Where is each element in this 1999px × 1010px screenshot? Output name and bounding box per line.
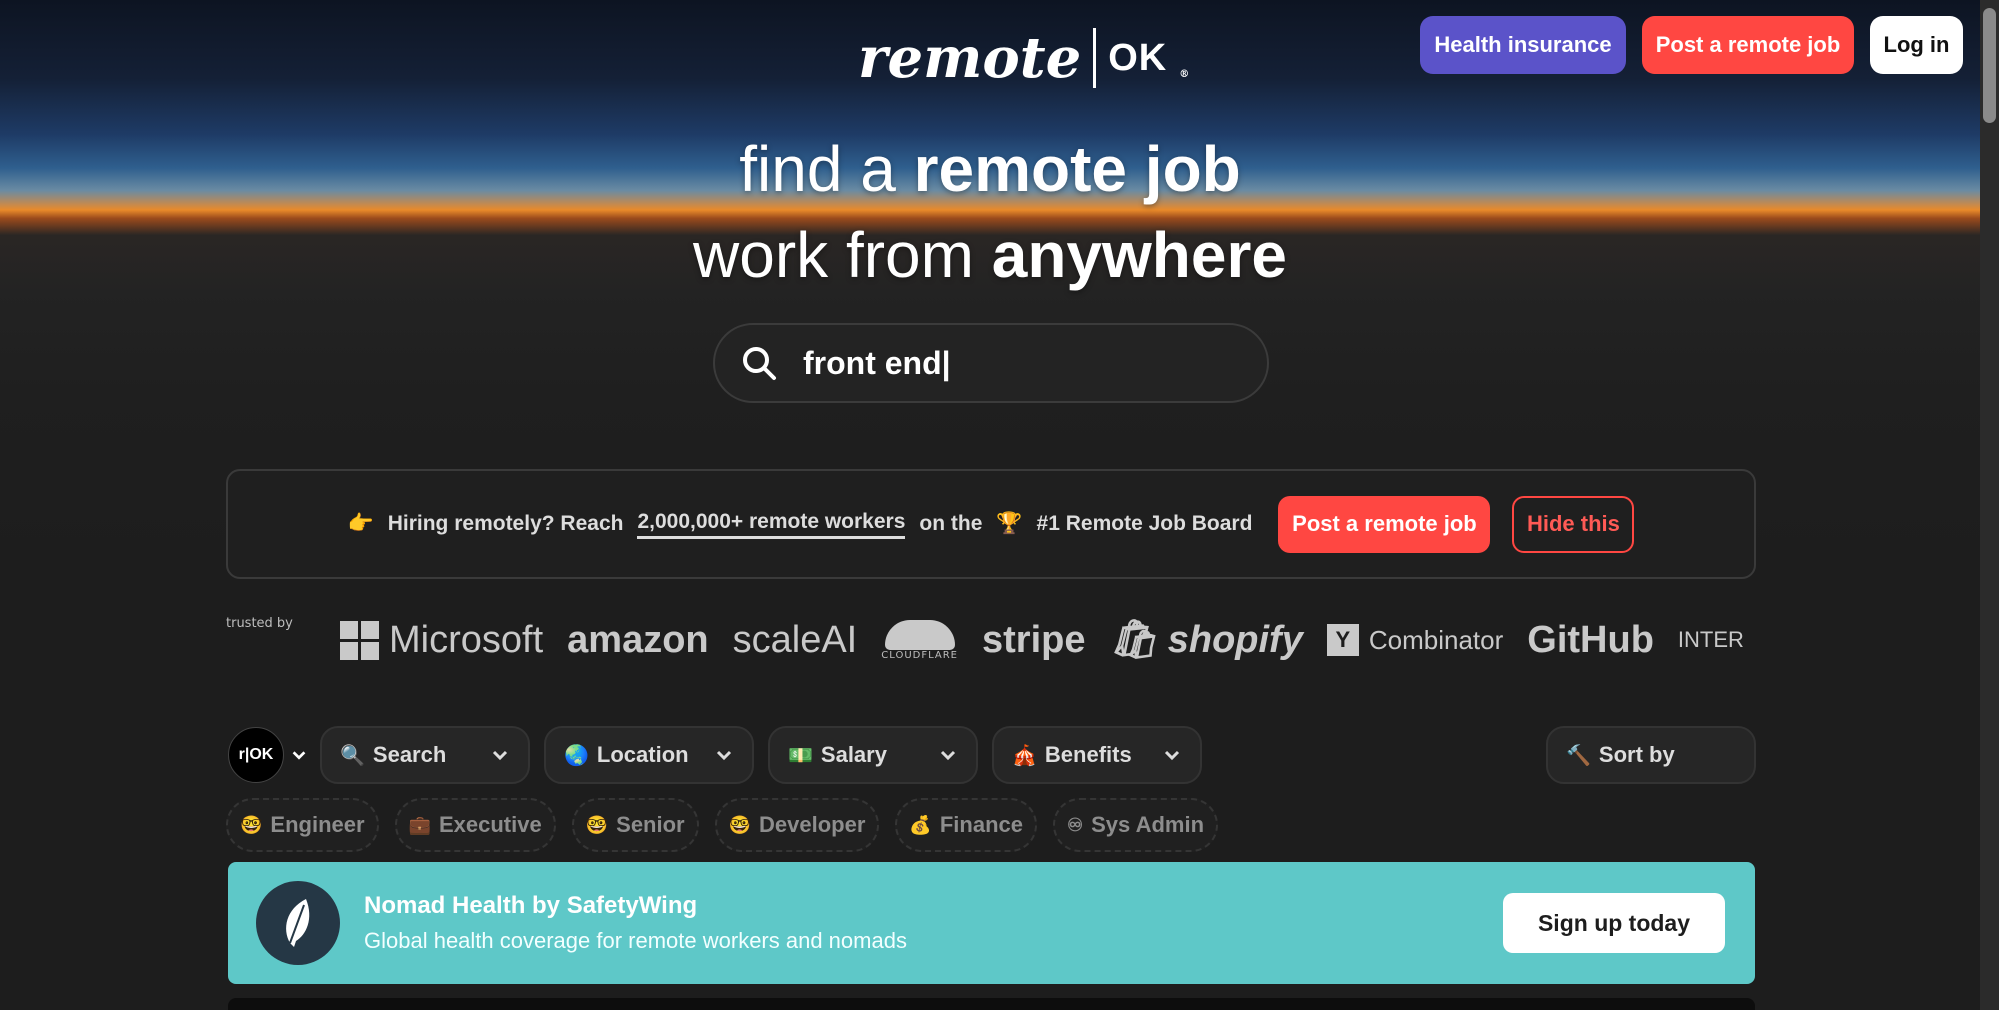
trophy-emoji: 🏆 xyxy=(996,512,1023,535)
health-insurance-button[interactable]: Health insurance xyxy=(1420,16,1626,74)
tag-sys-admin[interactable]: ♾ Sys Admin xyxy=(1052,798,1219,852)
brand-amazon: amazon xyxy=(567,618,709,661)
remoteok-avatar[interactable]: r|OK xyxy=(228,727,284,783)
login-button[interactable]: Log in xyxy=(1870,16,1963,74)
search-icon xyxy=(743,347,776,380)
logo-divider xyxy=(1093,28,1097,88)
filter-search[interactable]: 🔍 Search xyxy=(320,726,530,784)
filter-salary[interactable]: 💵 Salary xyxy=(768,726,978,784)
search-bar[interactable] xyxy=(713,323,1269,403)
cloudflare-cloud-icon xyxy=(884,619,955,650)
headline-2-light: work from xyxy=(693,219,992,291)
nerd-face-icon: 🤓 xyxy=(728,814,752,835)
filter-bar: r|OK 🔍 Search 🌏 Location 💵 Salary 🎪 Bene… xyxy=(226,726,1756,784)
feather-logo-icon xyxy=(256,881,340,965)
tag-developer[interactable]: 🤓 Developer xyxy=(714,798,880,852)
filter-salary-label: Salary xyxy=(820,742,887,767)
remote-workers-link[interactable]: 2,000,000+ remote workers xyxy=(637,510,906,539)
point-emoji: 👉 xyxy=(347,512,374,535)
chevron-down-icon[interactable] xyxy=(290,746,308,764)
hammer-icon: 🔨 xyxy=(1566,744,1591,767)
logo-registered-mark: ® xyxy=(1179,69,1190,80)
logo-ok: OK xyxy=(1108,36,1168,79)
job-list-top xyxy=(228,998,1755,1010)
brand-cloudflare: CLOUDFLARE xyxy=(881,619,958,661)
brand-stripe: stripe xyxy=(982,618,1086,661)
tag-finance[interactable]: 💰 Finance xyxy=(895,798,1037,852)
money-icon: 💵 xyxy=(788,744,813,767)
hiring-text-b: on the xyxy=(919,512,983,535)
headline-line-2: work from anywhere xyxy=(0,218,1980,292)
tag-label: Developer xyxy=(759,812,866,837)
brand-microsoft-text: Microsoft xyxy=(389,618,544,661)
scrollbar[interactable] xyxy=(1980,0,1999,1010)
nomad-text: Nomad Health by SafetyWing Global health… xyxy=(364,892,1503,954)
chevron-down-icon xyxy=(940,750,956,761)
headline-1-light: find a xyxy=(739,133,914,205)
chevron-down-icon xyxy=(716,750,732,761)
trusted-by-logos: trusted by Microsoft amazon scaleAI CLOU… xyxy=(226,610,1756,670)
search-input[interactable] xyxy=(803,344,1223,382)
tag-label: Engineer xyxy=(270,812,365,837)
chevron-down-icon xyxy=(492,750,508,761)
filter-benefits-label: Benefits xyxy=(1044,742,1132,767)
sort-by-label: Sort by xyxy=(1598,742,1675,767)
brand-ycombinator: Y Combinator xyxy=(1326,624,1504,656)
magnifier-icon: 🔍 xyxy=(340,744,365,767)
brand-yc-text: Combinator xyxy=(1368,624,1504,655)
hiring-banner: 👉 Hiring remotely? Reach 2,000,000+ remo… xyxy=(226,469,1756,579)
yc-logo-icon: Y xyxy=(1326,624,1359,656)
tag-label: Finance xyxy=(939,812,1023,837)
brand-cloudflare-text: CLOUDFLARE xyxy=(881,649,958,661)
trusted-label: trusted by xyxy=(226,616,293,631)
banner-post-job-button[interactable]: Post a remote job xyxy=(1278,495,1491,553)
logo-wordmark: remote xyxy=(858,25,1082,91)
feather-icon xyxy=(286,899,310,947)
infinity-icon: ♾ xyxy=(1066,814,1084,835)
money-bag-icon: 💰 xyxy=(909,814,932,835)
filter-location-label: Location xyxy=(596,742,689,767)
post-job-button[interactable]: Post a remote job xyxy=(1642,16,1854,74)
filter-location[interactable]: 🌏 Location xyxy=(544,726,754,784)
headline-line-1: find a remote job xyxy=(0,132,1980,206)
brand-microsoft: Microsoft xyxy=(340,619,543,662)
hiring-text-a: Hiring remotely? Reach xyxy=(387,512,624,535)
hide-banner-button[interactable]: Hide this xyxy=(1512,495,1635,553)
filter-benefits[interactable]: 🎪 Benefits xyxy=(992,726,1202,784)
nomad-health-banner[interactable]: Nomad Health by SafetyWing Global health… xyxy=(228,862,1755,984)
tag-label: Executive xyxy=(438,812,542,837)
brand-intercom: INTER xyxy=(1677,627,1744,652)
sort-by-button[interactable]: 🔨 Sort by xyxy=(1546,726,1756,784)
nerd-face-icon: 🤓 xyxy=(585,814,609,835)
tag-executive[interactable]: 💼 Executive xyxy=(394,798,556,852)
tag-senior[interactable]: 🤓 Senior xyxy=(571,798,699,852)
tag-engineer[interactable]: 🤓 Engineer xyxy=(226,798,379,852)
tag-list: 🤓 Engineer 💼 Executive 🤓 Senior 🤓 Developer … xyxy=(226,798,1219,852)
brand-shopify: 🛍 shopify xyxy=(1109,618,1302,662)
brand-shopify-text: shopify xyxy=(1167,618,1303,661)
headline-1-bold: remote job xyxy=(913,133,1241,205)
brand-github: GitHub xyxy=(1527,618,1654,661)
headline-2-bold: anywhere xyxy=(991,219,1287,291)
tag-label: Sys Admin xyxy=(1091,812,1205,837)
globe-icon: 🌏 xyxy=(564,744,589,767)
shopify-bag-icon: 🛍 xyxy=(1109,619,1158,661)
microsoft-logo-icon xyxy=(340,620,379,660)
scrollbar-thumb[interactable] xyxy=(1983,8,1996,123)
filter-search-label: Search xyxy=(372,742,447,767)
chevron-down-icon xyxy=(1164,750,1180,761)
nomad-subtitle: Global health coverage for remote worker… xyxy=(364,928,907,953)
circus-tent-icon: 🎪 xyxy=(1012,744,1037,767)
tag-label: Senior xyxy=(616,812,685,837)
brand-scaleai: scaleAI xyxy=(732,618,858,661)
sign-up-button[interactable]: Sign up today xyxy=(1503,893,1725,953)
hiring-text-c: #1 Remote Job Board xyxy=(1036,512,1253,535)
site-logo[interactable]: remote OK ® xyxy=(858,22,1189,94)
briefcase-icon: 💼 xyxy=(408,814,431,835)
nomad-title: Nomad Health by SafetyWing xyxy=(364,892,698,919)
nerd-face-icon: 🤓 xyxy=(240,814,263,835)
